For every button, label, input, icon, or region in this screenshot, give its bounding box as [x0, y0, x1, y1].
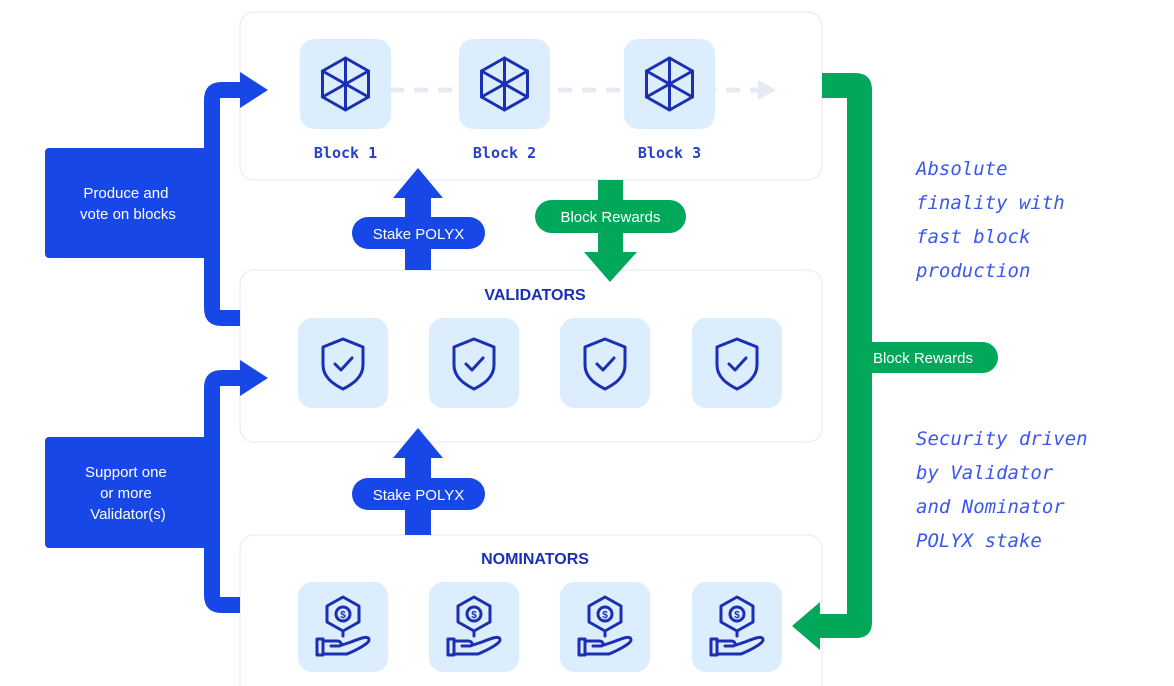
staking-diagram: $ Block 1 Block 2 Block 3 VALIDATORS NOM…	[45, 11, 1099, 686]
block-label: Block 2	[473, 144, 536, 162]
validators-produce-arrow: Produce and vote on blocks	[45, 72, 268, 326]
validators-role-box	[45, 148, 211, 258]
nominator-1	[298, 582, 388, 672]
validator-4	[692, 318, 782, 408]
block-rewards-label: Block Rewards	[560, 209, 660, 226]
stake-polyx-arrow-top: Stake POLYX	[352, 168, 485, 270]
nominator-3	[560, 582, 650, 672]
block-rewards-arrow-validators: Block Rewards	[535, 180, 686, 282]
stake-polyx-label: Stake POLYX	[373, 487, 464, 504]
validator-2	[429, 318, 519, 408]
stake-polyx-arrow-bottom: Stake POLYX	[352, 428, 485, 535]
block-label: Block 1	[314, 144, 377, 162]
nominator-2	[429, 582, 519, 672]
nominators-title: NOMINATORS	[481, 551, 589, 568]
validator-1	[298, 318, 388, 408]
block-label: Block 3	[638, 144, 701, 162]
stake-polyx-label: Stake POLYX	[373, 226, 464, 243]
nominator-4	[692, 582, 782, 672]
block-rewards-label: Block Rewards	[873, 350, 973, 367]
finality-note: Absolute finality with fast block produc…	[915, 158, 1076, 282]
validator-3	[560, 318, 650, 408]
security-note: Security driven by Validator and Nominat…	[916, 428, 1099, 552]
nominators-support-arrow: Support one or more Validator(s)	[45, 360, 268, 613]
validators-title: VALIDATORS	[484, 287, 586, 304]
